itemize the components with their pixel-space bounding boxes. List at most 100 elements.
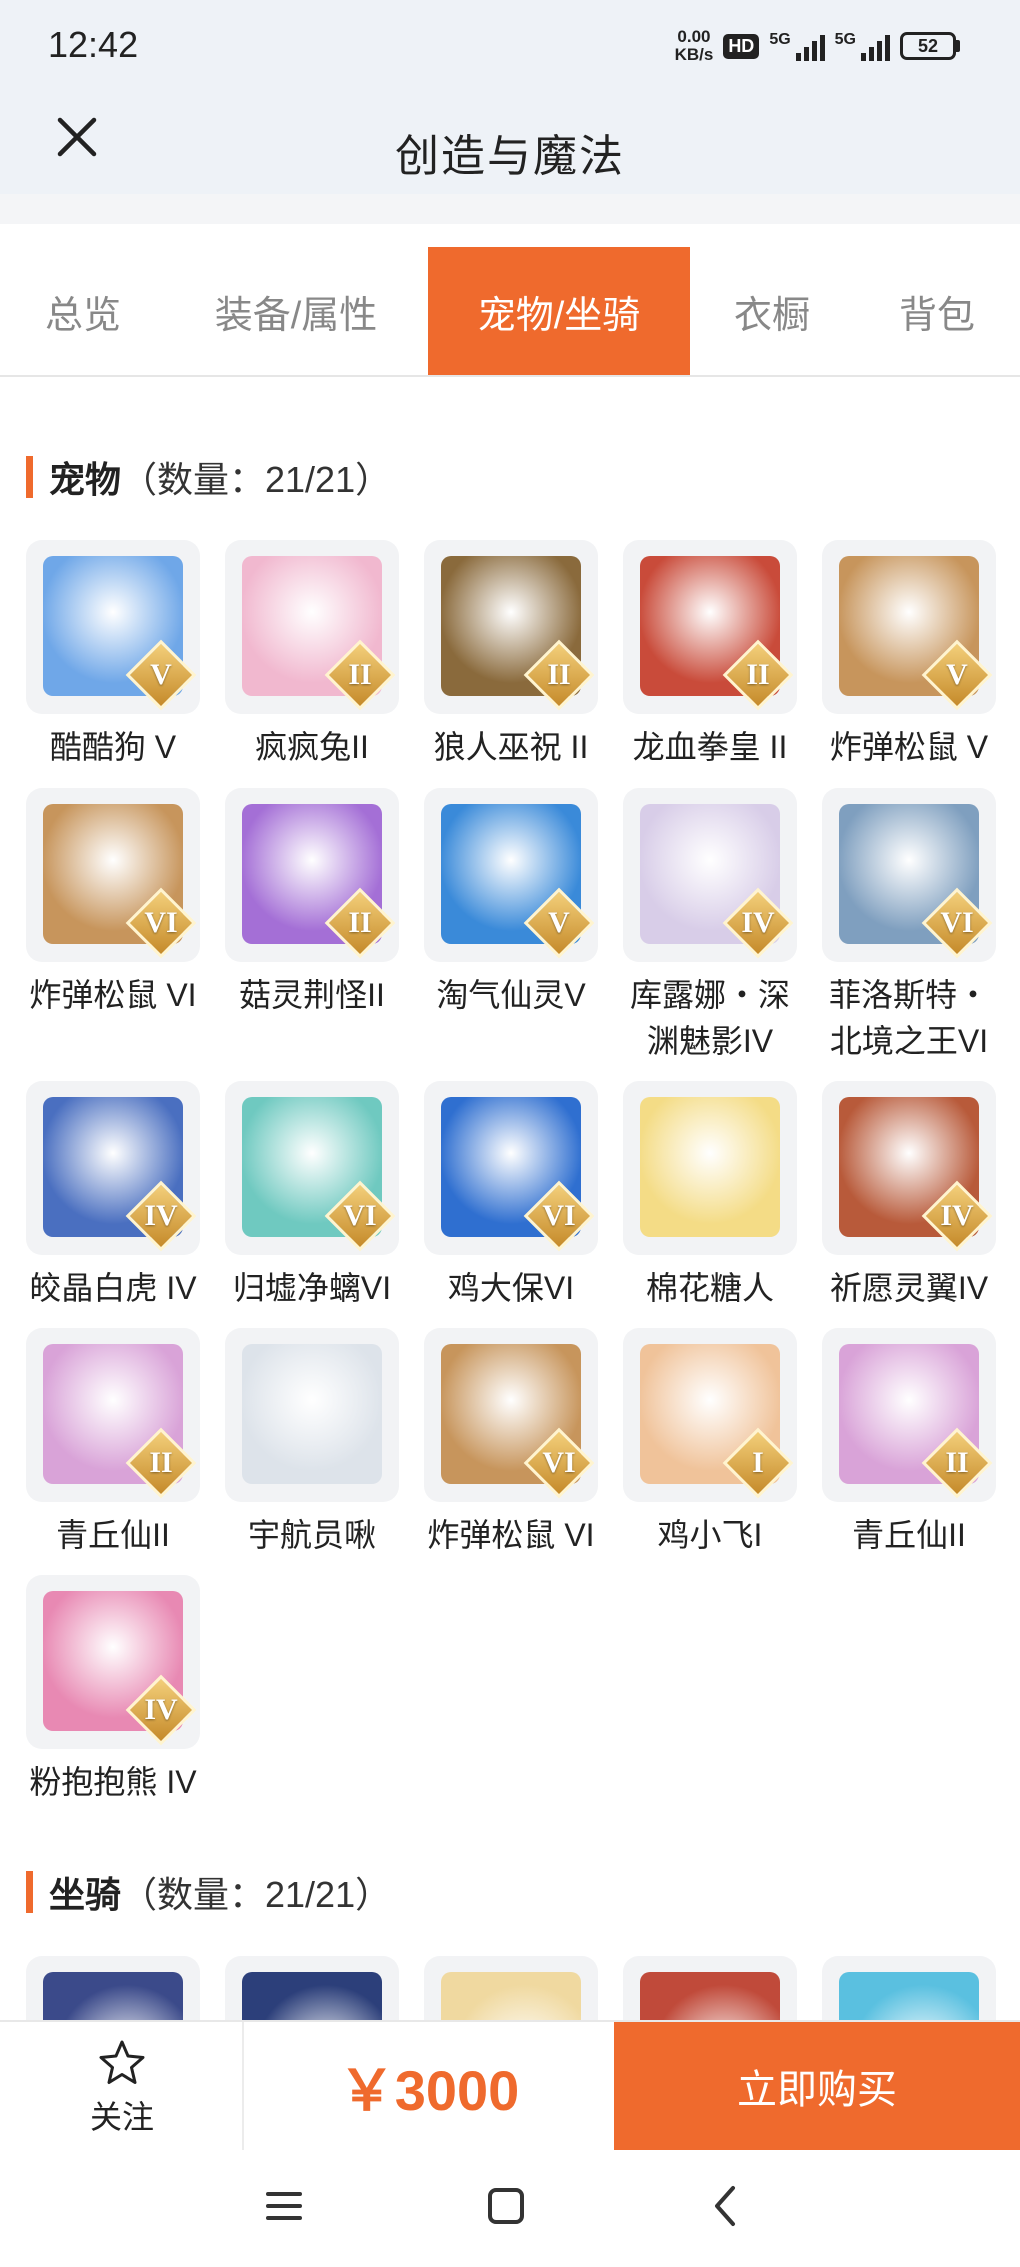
pet-thumbnail: V — [822, 540, 996, 714]
tab-overview[interactable]: 总览 — [0, 247, 166, 375]
rank-badge-text: IV — [741, 906, 775, 939]
pet-thumbnail: IV — [822, 1081, 996, 1255]
pet-name: 青丘仙II — [56, 1517, 170, 1553]
pet-name: 菲洛斯特・北境之王VI — [828, 977, 989, 1059]
net-speed-value: 0.00 — [677, 27, 711, 46]
pet-thumbnail: II — [623, 540, 797, 714]
rank-badge-text: II — [547, 658, 571, 691]
rank-badge-text: II — [348, 658, 372, 691]
pet-name: 青丘仙II — [852, 1517, 966, 1553]
tab-pets-mounts[interactable]: 宠物/坐骑 — [428, 247, 690, 375]
pet-name: 库露娜・深渊魅影IV — [629, 977, 790, 1059]
pet-grid: V 酷酷狗 V II 疯疯兔II II 狼人巫祝 II II 龙血拳皇 II V 炸弹松鼠 V VI… — [26, 540, 996, 1800]
status-bar: 12:42 0.00 KB/s HD 5G 5G 52 — [0, 0, 1020, 90]
status-icons: 0.00 KB/s HD 5G 5G 52 — [675, 28, 960, 64]
pets-count: （数量：21/21） — [121, 459, 392, 500]
pet-thumbnail — [623, 1081, 797, 1255]
signal-label: 5G — [769, 31, 791, 48]
pet-name: 龙血拳皇 II — [632, 729, 788, 765]
pets-section-title: 宠物 （数量：21/21） — [26, 451, 391, 503]
pet-name: 祈愿灵翼IV — [829, 1270, 989, 1306]
mounts-section-title: 坐骑 （数量：21/21） — [26, 1866, 391, 1918]
pet-thumbnail: II — [225, 540, 399, 714]
tab-backpack[interactable]: 背包 — [854, 247, 1020, 375]
rank-badge-text: II — [945, 1446, 969, 1479]
signal-icon: 5G — [769, 31, 825, 61]
mounts-title: 坐骑 — [49, 1874, 122, 1915]
pet-name: 炸弹松鼠 V — [829, 729, 989, 765]
net-speed-unit: KB/s — [674, 45, 714, 64]
pet-name: 棉花糖人 — [645, 1270, 774, 1306]
pet-image — [640, 1097, 780, 1237]
rank-badge-text: II — [348, 906, 372, 939]
pet-name: 鸡小飞I — [657, 1517, 763, 1553]
pet-name: 狼人巫祝 II — [433, 729, 589, 765]
mount-grid — [26, 1956, 996, 2020]
tab-bar: 总览 装备/属性 宠物/坐骑 衣橱 背包 — [0, 247, 1020, 377]
back-icon[interactable] — [697, 2176, 757, 2236]
rank-badge-text: VI — [343, 1199, 377, 1232]
mount-thumbnail — [623, 1956, 797, 2020]
system-nav-bar — [0, 2150, 1020, 2267]
battery-icon: 52 — [900, 32, 960, 60]
pet-thumbnail: VI — [26, 788, 200, 962]
net-speed: 0.00 KB/s — [675, 28, 714, 64]
pet-thumbnail: VI — [225, 1081, 399, 1255]
status-time: 12:42 — [48, 24, 139, 65]
pet-image — [242, 1344, 382, 1484]
home-icon[interactable] — [476, 2176, 536, 2236]
mount-image — [839, 1972, 979, 2020]
pet-thumbnail: V — [26, 540, 200, 714]
signal-icon-2: 5G — [835, 31, 890, 61]
pet-name: 炸弹松鼠 VI — [427, 1517, 595, 1553]
rank-badge-text: V — [548, 906, 570, 939]
tab-wardrobe[interactable]: 衣橱 — [690, 247, 854, 375]
pet-name: 菇灵荆怪II — [239, 977, 385, 1013]
pet-name: 归墟净螭VI — [232, 1270, 392, 1306]
rank-badge-text: II — [149, 1446, 173, 1479]
tab-equipment[interactable]: 装备/属性 — [166, 247, 426, 375]
rank-badge-text: VI — [542, 1199, 576, 1232]
pet-name: 淘气仙灵V — [436, 977, 586, 1013]
mount-thumbnail — [822, 1956, 996, 2020]
pet-thumbnail: II — [424, 540, 598, 714]
pet-thumbnail — [225, 1328, 399, 1502]
pet-name: 皎晶白虎 IV — [29, 1270, 197, 1306]
divider — [0, 194, 1020, 224]
rank-badge-text: VI — [542, 1446, 576, 1479]
header: 创造与魔法 — [0, 90, 1020, 194]
pet-thumbnail: IV — [26, 1575, 200, 1749]
price: ￥3000 — [338, 2058, 520, 2122]
pet-thumbnail: II — [822, 1328, 996, 1502]
buy-now-button[interactable]: 立即购买 — [614, 2022, 1020, 2150]
hd-icon: HD — [723, 33, 760, 59]
rank-badge-text: V — [150, 658, 172, 691]
pet-thumbnail: VI — [424, 1328, 598, 1502]
pet-name: 宇航员啾 — [247, 1517, 376, 1553]
mount-image — [242, 1972, 382, 2020]
rank-badge-text: IV — [144, 1199, 178, 1232]
follow-button[interactable]: 关注 — [0, 2022, 244, 2150]
pet-thumbnail: II — [225, 788, 399, 962]
page-title: 创造与魔法 — [395, 132, 625, 181]
pet-thumbnail: IV — [623, 788, 797, 962]
mount-image — [640, 1972, 780, 2020]
pet-thumbnail: V — [424, 788, 598, 962]
rank-badge-text: II — [746, 658, 770, 691]
pet-name: 酷酷狗 V — [49, 729, 177, 765]
mounts-count: （数量：21/21） — [121, 1874, 392, 1915]
mount-thumbnail — [26, 1956, 200, 2020]
menu-icon[interactable] — [254, 2176, 314, 2236]
rank-badge-text: VI — [940, 906, 974, 939]
rank-badge-text: IV — [144, 1693, 178, 1726]
battery-level: 52 — [900, 32, 956, 60]
star-icon — [97, 2038, 147, 2088]
pet-name: 鸡大保VI — [447, 1270, 575, 1306]
pet-name: 疯疯兔II — [255, 729, 369, 765]
pet-thumbnail: VI — [822, 788, 996, 962]
signal-label-2: 5G — [834, 31, 856, 48]
mount-image — [441, 1972, 581, 2020]
pet-thumbnail: IV — [26, 1081, 200, 1255]
pet-name: 炸弹松鼠 VI — [29, 977, 197, 1013]
rank-badge-text: V — [946, 658, 968, 691]
